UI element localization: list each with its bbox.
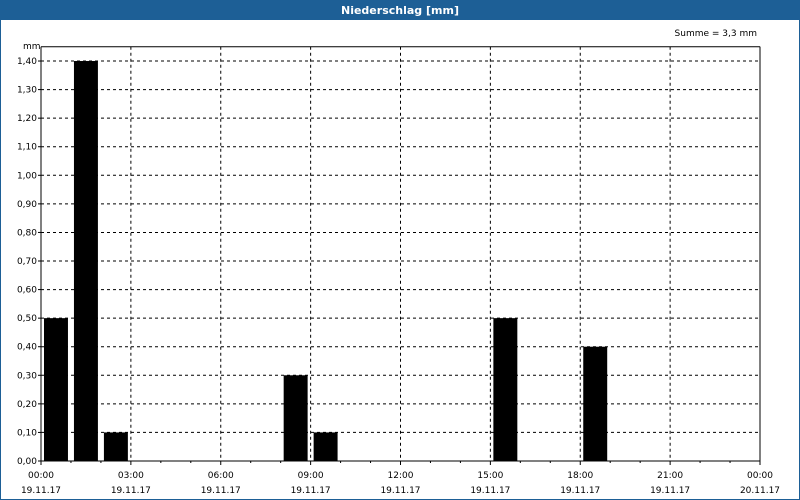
y-tick-label: 1,20 bbox=[17, 114, 37, 124]
y-tick-label: 0,20 bbox=[17, 400, 37, 410]
precipitation-bar bbox=[44, 318, 68, 461]
x-tick-time-label: 18:00 bbox=[567, 471, 593, 481]
x-tick-time-label: 09:00 bbox=[298, 471, 324, 481]
y-tick-label: 0,90 bbox=[17, 200, 37, 210]
y-tick-label: 1,00 bbox=[17, 171, 37, 181]
y-tick-label: 1,10 bbox=[17, 143, 37, 153]
y-tick-label: 0,30 bbox=[17, 371, 37, 381]
x-tick-time-label: 21:00 bbox=[657, 471, 683, 481]
y-tick-label: 1,30 bbox=[17, 86, 37, 96]
x-tick-date-label: 19.11.17 bbox=[111, 486, 151, 496]
x-tick-time-label: 00:00 bbox=[747, 471, 773, 481]
x-tick-date-label: 19.11.17 bbox=[21, 486, 61, 496]
y-tick-label: 0,60 bbox=[17, 286, 37, 296]
axes bbox=[38, 46, 761, 465]
y-tick-label: 0,80 bbox=[17, 228, 37, 238]
x-tick-date-label: 19.11.17 bbox=[650, 486, 690, 496]
y-tick-label: 0,00 bbox=[17, 457, 37, 467]
y-tick-label: 0,40 bbox=[17, 343, 37, 353]
precipitation-bar bbox=[103, 432, 128, 461]
precipitation-bar bbox=[493, 318, 518, 461]
x-tick-time-label: 15:00 bbox=[477, 471, 503, 481]
sum-label: Summe = 3,3 mm bbox=[675, 29, 757, 39]
x-tick-time-label: 12:00 bbox=[388, 471, 414, 481]
chart-window: Niederschlag [mm] 0,00 0,10 0,20 0,30 0,40 0,… bbox=[0, 0, 800, 500]
precipitation-bar bbox=[283, 375, 308, 461]
x-tick-time-label: 00:00 bbox=[28, 471, 54, 481]
grid-lines bbox=[41, 46, 761, 461]
y-tick-label: 0,10 bbox=[17, 428, 37, 438]
x-tick-date-label: 19.11.17 bbox=[291, 486, 331, 496]
axis-labels: 0,00 0,10 0,20 0,30 0,40 0,50 0,60 0,70 0,80 0,90… bbox=[17, 57, 780, 496]
x-tick-date-label: 19.11.17 bbox=[470, 486, 510, 496]
x-tick-time-label: 03:00 bbox=[118, 471, 144, 481]
x-tick-date-label: 19.11.17 bbox=[380, 486, 420, 496]
y-tick-label: 0,70 bbox=[17, 257, 37, 267]
x-tick-date-label: 19.11.17 bbox=[201, 486, 241, 496]
precipitation-bar bbox=[313, 432, 338, 461]
y-axis-unit: mm bbox=[23, 42, 41, 52]
precipitation-bar bbox=[583, 346, 608, 461]
precipitation-bar bbox=[73, 61, 98, 462]
x-tick-date-label: 20.11.17 bbox=[740, 486, 780, 496]
y-tick-label: 0,50 bbox=[17, 314, 37, 324]
precipitation-chart: 0,00 0,10 0,20 0,30 0,40 0,50 0,60 0,70 0,80 0,90… bbox=[17, 29, 780, 496]
x-tick-date-label: 19.11.17 bbox=[560, 486, 600, 496]
y-tick-label: 1,40 bbox=[17, 57, 37, 67]
x-tick-time-label: 06:00 bbox=[208, 471, 234, 481]
